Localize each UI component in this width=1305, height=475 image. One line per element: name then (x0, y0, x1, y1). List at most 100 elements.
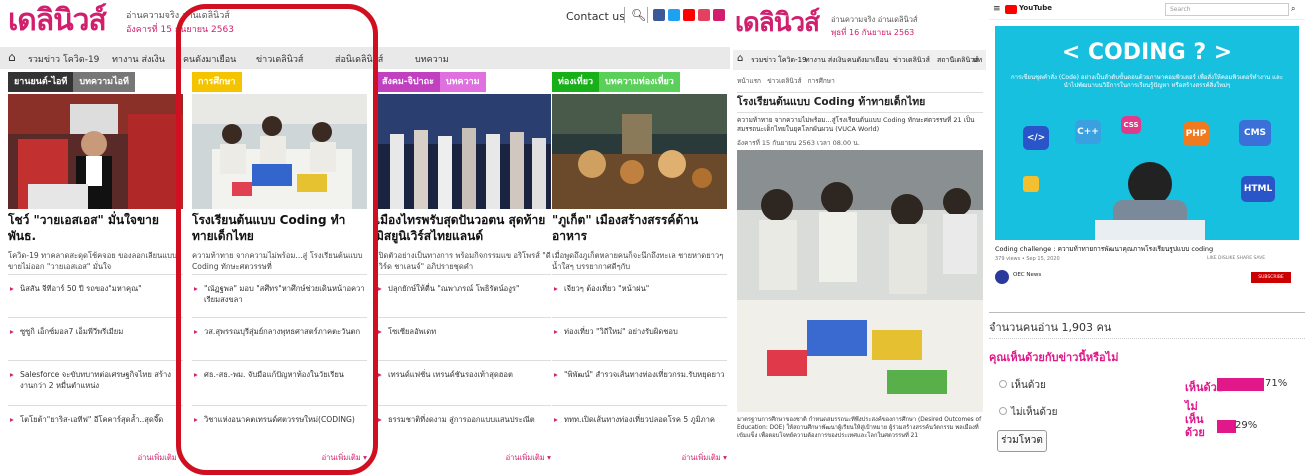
poll-option-agree[interactable]: เห็นด้วย (1011, 378, 1046, 393)
news-link[interactable]: ท่องเที่ยว "วิถีใหม่" อย่างรับผิดชอบ (552, 317, 727, 337)
video-title[interactable]: Coding challenge : ความท้าทายการพัฒนาคุณ… (995, 244, 1299, 254)
headline[interactable]: "ภูเก็ต" เมืองสร้างสรรค์ด้านอาหาร (552, 212, 727, 244)
channel-name[interactable]: OEC News (1013, 272, 1041, 278)
poll-result-label: ไม่เห็นด้วย (1185, 400, 1205, 439)
tab-society-articles[interactable]: บทความ (439, 72, 486, 92)
divider (989, 338, 1305, 339)
article-panel: เดลินิวส์ อ่านความจริง อ่านเดลินิวส์ พุธ… (733, 0, 986, 475)
category-tabs: ยานยนต์-ไอที บทความไอที (8, 72, 183, 92)
read-more-link[interactable]: อ่านเพิ่มเติม ▾ (8, 452, 183, 464)
subscribe-button[interactable]: SUBSCRIBE (1251, 272, 1291, 283)
news-photo-pageant[interactable] (376, 94, 551, 209)
code-icon: </> (1023, 126, 1049, 150)
breadcrumb-item[interactable]: ข่าวเดลินิวส์ (767, 77, 801, 85)
breadcrumb-item[interactable]: การศึกษา (808, 77, 835, 85)
channel-avatar[interactable] (995, 270, 1009, 284)
read-more-link[interactable]: อ่านเพิ่มเติม ▾ (376, 452, 551, 464)
social-icon[interactable] (653, 9, 665, 21)
nav-item[interactable]: บทความ (415, 52, 449, 66)
poll-option-disagree[interactable]: ไม่เห็นด้วย (1011, 405, 1057, 420)
headline[interactable]: โชว์ "วายเอสเอส" มั่นใจขายพันธ. (8, 212, 183, 244)
category-tabs: ท่องเที่ยว บทความท่องเที่ยว (552, 72, 727, 92)
social-icon[interactable] (698, 9, 710, 21)
social-icons (653, 9, 728, 21)
poll-radio-disagree[interactable] (999, 407, 1007, 415)
read-count: จำนวนคนอ่าน 1,903 คน (989, 321, 1112, 334)
news-link[interactable]: เทรนด์แฟชั่น เทรนด์ชันรองเท้าสุดฮอต (376, 360, 551, 400)
news-link[interactable]: ททท.เปิดเส้นทางท่องเที่ยวปลอดโรค 5 ภูมิภ… (552, 405, 727, 445)
nav-item[interactable]: ทางาน ส่งเงิน (805, 55, 846, 66)
breadcrumb-item[interactable]: หน้าแรก (737, 77, 761, 85)
magnifier-icon (1023, 176, 1039, 192)
video-headline: < CODING ? > (1061, 40, 1233, 65)
divider (989, 312, 1305, 313)
student-illustration (1095, 162, 1205, 240)
article-header-date: พุธที่ 16 กันยายน 2563 (831, 28, 915, 37)
article-lead: ความท้าทาย จากความไม่พร้อม...สู่โรงเรียน… (737, 116, 975, 133)
nav-item[interactable]: ทางาน ส่งเงิน (112, 52, 165, 66)
tab-travel[interactable]: ท่องเที่ยว (552, 72, 600, 92)
php-icon: PHP (1183, 122, 1209, 146)
nav-item[interactable]: รวมข่าว โควิด-19 (28, 52, 99, 66)
headline[interactable]: เมืองไทรพรับสุดปันวอตน สุดท้าย มิสยูนิเว… (376, 212, 551, 244)
tab-travel-articles[interactable]: บทความท่องเที่ยว (599, 72, 680, 92)
article-title: โรงเรียนต้นแบบ Coding ท้าทายเด็กไทย (737, 96, 926, 108)
nav-item[interactable]: คนดังมาเยือน (847, 55, 888, 66)
news-link[interactable]: ปลุกยักษ์ให้ตื่น "ณพาภรณ์ โพธิรัตน์องูร" (376, 274, 551, 314)
vote-button[interactable]: ร่วมโหวต (997, 430, 1047, 452)
home-icon[interactable]: ⌂ (737, 53, 743, 64)
news-link[interactable]: ธรรมชาติที่งดงาม สู่การออกแบบแสนประณีต (376, 405, 551, 445)
divider (737, 112, 983, 113)
category-column-travel: ท่องเที่ยว บทความท่องเที่ยว "ภูเก็ต" เมือ… (552, 72, 727, 475)
poll-result-percent: 29% (1235, 420, 1258, 431)
read-more-link[interactable]: อ่านเพิ่มเติม ▾ (552, 452, 727, 464)
site-tagline: อ่านความจริง อ่านเดลินิวส์ (831, 15, 918, 24)
search-icon[interactable]: ⌕ (1291, 4, 1295, 14)
nav-item[interactable]: รวมข่าว โควิด-19 (751, 55, 807, 66)
news-link[interactable]: โตโยต้า"ยาริส-เอทีฟ" อีโคคาร์สุดล้ำ..สุด… (8, 405, 183, 445)
search-icon[interactable]: 🔍︎ (631, 8, 646, 22)
article-photo[interactable] (737, 150, 983, 412)
youtube-wordmark[interactable]: YouTube (1019, 4, 1052, 12)
poll-radio-agree[interactable] (999, 380, 1007, 388)
summary: โควิด-19 ทาคลาดสะดุดโช้คจอย ของลอกเลียนแ… (8, 251, 177, 271)
highlight-annotation (176, 4, 378, 475)
poll-result-bar (1217, 378, 1264, 391)
contact-link[interactable]: Contact us (566, 10, 625, 23)
youtube-logo-icon[interactable] (1005, 5, 1017, 14)
site-logo[interactable]: เดลินิวส์ (8, 6, 107, 36)
poll-result-percent: 71% (1265, 378, 1288, 389)
menu-icon[interactable]: ≡ (993, 4, 1001, 14)
video-player[interactable]: < CODING ? > การเขียนชุดคำสั่ง (Code) อย… (995, 26, 1299, 240)
search-input[interactable]: Search (1165, 3, 1289, 16)
breadcrumb: หน้าแรก ข่าวเดลินิวส์ การศึกษา (737, 76, 835, 86)
news-link[interactable]: เจียวๆ ต้องเที่ยว "หน้าฝน" (552, 274, 727, 294)
news-photo-phuket-food[interactable] (552, 94, 727, 209)
category-column-society: สังคม-จิปาถะ บทความ เมืองไทรพรับสุดปันวอต… (376, 72, 551, 475)
video-actions[interactable]: LIKE DISLIKE SHARE SAVE (1207, 256, 1265, 261)
nav-item[interactable]: ข่าวเดลินิวส์ (893, 55, 930, 66)
site-logo[interactable]: เดลินิวส์ (735, 8, 820, 38)
news-photo-car-show[interactable] (8, 94, 183, 209)
nav-item[interactable]: บท (973, 55, 982, 66)
tab-auto-it[interactable]: ยานยนต์-ไอที (8, 72, 74, 92)
social-icon[interactable] (713, 9, 725, 21)
news-link[interactable]: "พิพัฒน์" สำรวจเส้นทางท่องเที่ยวกรม.รับห… (552, 360, 727, 400)
divider (647, 7, 648, 23)
tab-it-articles[interactable]: บทความไอที (73, 72, 135, 92)
tab-society[interactable]: สังคม-จิปาถะ (376, 72, 440, 92)
news-link[interactable]: Salesforce จะขับทบาทต่อเศรษฐกิจไทย สร้าง… (8, 360, 183, 398)
social-icon[interactable] (683, 9, 695, 21)
news-link[interactable]: ซูซูกิ เอ็กซ์มอล7 เอ็มพีวีพรีเมียม (8, 317, 183, 337)
article-body: มาตรฐานการศึกษาของชาติ กำหนดสมรรถนะที่พึ… (737, 417, 982, 439)
video-poll-panel: ≡ YouTube Search ⌕ < CODING ? > การเขียน… (989, 0, 1305, 475)
social-icon[interactable] (668, 9, 680, 21)
homepage-panel: เดลินิวส์ อ่านความจริง อ่านเดลินิวส์ อัง… (0, 0, 730, 475)
home-icon[interactable]: ⌂ (8, 50, 16, 64)
poll-result-bar (1217, 420, 1236, 433)
category-tabs: สังคม-จิปาถะ บทความ (376, 72, 551, 92)
news-link[interactable]: โซเซียลอัพเดท (376, 317, 551, 337)
summary: เมื่อพูดถึงภูเก็ตหลายคนก็จะนึกถึงทะเล ชา… (552, 251, 724, 271)
html-icon: HTML (1241, 176, 1275, 202)
news-link[interactable]: นิสสัน จีทีอาร์ 50 ปี รถของ"มหาคุณ" (8, 274, 183, 294)
